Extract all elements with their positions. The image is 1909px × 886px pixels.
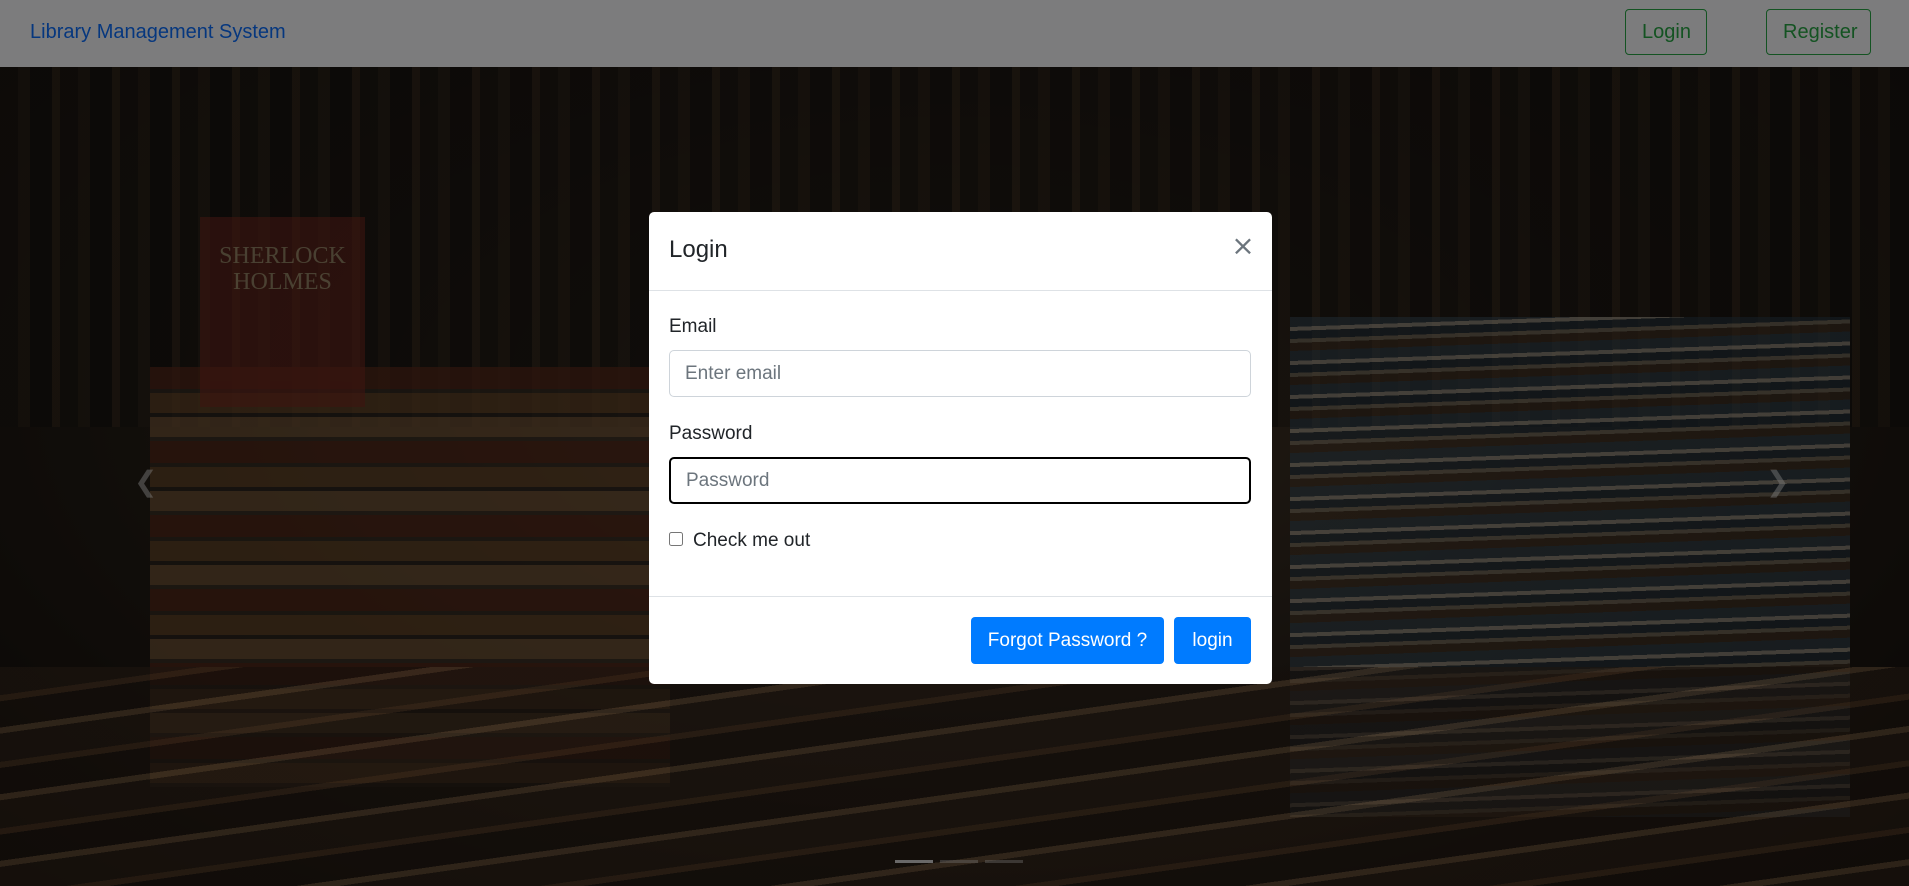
page: Library Management System Login Register… bbox=[0, 0, 1909, 886]
modal-footer: Forgot Password ? login bbox=[649, 596, 1272, 684]
password-label: Password bbox=[669, 423, 753, 444]
modal-title: Login bbox=[669, 236, 728, 263]
login-submit-button[interactable]: login bbox=[1174, 617, 1251, 664]
email-field[interactable] bbox=[669, 350, 1251, 397]
close-icon[interactable]: × bbox=[1229, 232, 1257, 260]
login-modal: Login × Email Password Check me out Forg… bbox=[649, 212, 1272, 684]
forgot-password-button[interactable]: Forgot Password ? bbox=[971, 617, 1164, 664]
modal-header: Login × bbox=[649, 212, 1272, 291]
remember-checkbox[interactable] bbox=[669, 532, 683, 546]
remember-label[interactable]: Check me out bbox=[693, 530, 810, 552]
email-label: Email bbox=[669, 316, 717, 337]
password-field[interactable] bbox=[669, 457, 1251, 504]
